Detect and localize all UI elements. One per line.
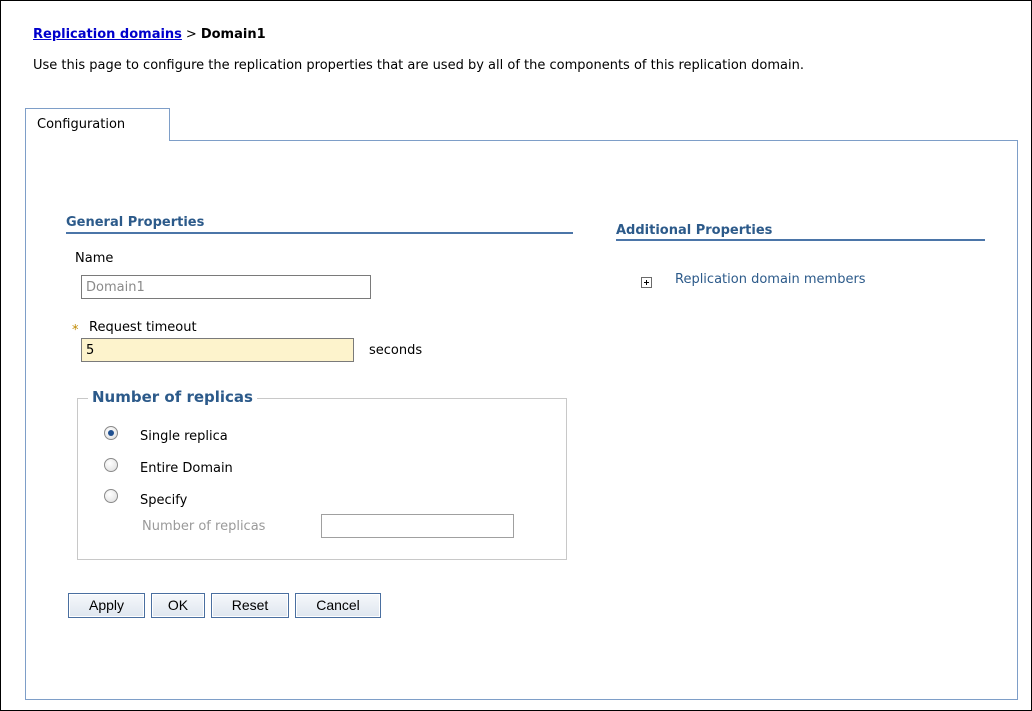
reset-button[interactable]: Reset	[211, 593, 289, 618]
single-replica-radio[interactable]	[104, 426, 118, 440]
entire-domain-label: Entire Domain	[140, 461, 233, 476]
replication-domain-members-link[interactable]: Replication domain members	[675, 272, 866, 287]
request-timeout-field[interactable]	[81, 338, 354, 362]
breadcrumb: Replication domains > Domain1	[33, 27, 266, 42]
required-icon: *	[72, 323, 79, 338]
general-properties-rule	[66, 232, 573, 234]
expand-icon[interactable]	[641, 277, 652, 288]
breadcrumb-separator: >	[185, 27, 197, 42]
general-properties-title: General Properties	[66, 215, 205, 230]
specify-radio[interactable]	[104, 489, 118, 503]
tab-configuration[interactable]: Configuration	[25, 108, 170, 141]
timeout-unit-label: seconds	[369, 343, 423, 358]
replica-count-field[interactable]	[321, 514, 514, 538]
replicas-legend: Number of replicas	[88, 388, 257, 406]
single-replica-label: Single replica	[140, 429, 228, 444]
breadcrumb-current: Domain1	[200, 27, 266, 42]
ok-button[interactable]: OK	[151, 593, 205, 618]
replica-count-label: Number of replicas	[142, 519, 266, 534]
apply-button[interactable]: Apply	[68, 593, 145, 618]
name-label: Name	[75, 251, 114, 266]
entire-domain-radio[interactable]	[104, 458, 118, 472]
specify-label: Specify	[140, 493, 188, 508]
additional-properties-title: Additional Properties	[616, 223, 773, 238]
breadcrumb-link-replication-domains[interactable]: Replication domains	[33, 27, 182, 42]
cancel-button[interactable]: Cancel	[295, 593, 381, 618]
additional-properties-rule	[616, 239, 985, 241]
request-timeout-label: Request timeout	[89, 320, 197, 335]
name-field[interactable]	[81, 275, 371, 299]
page-description: Use this page to configure the replicati…	[33, 58, 804, 73]
